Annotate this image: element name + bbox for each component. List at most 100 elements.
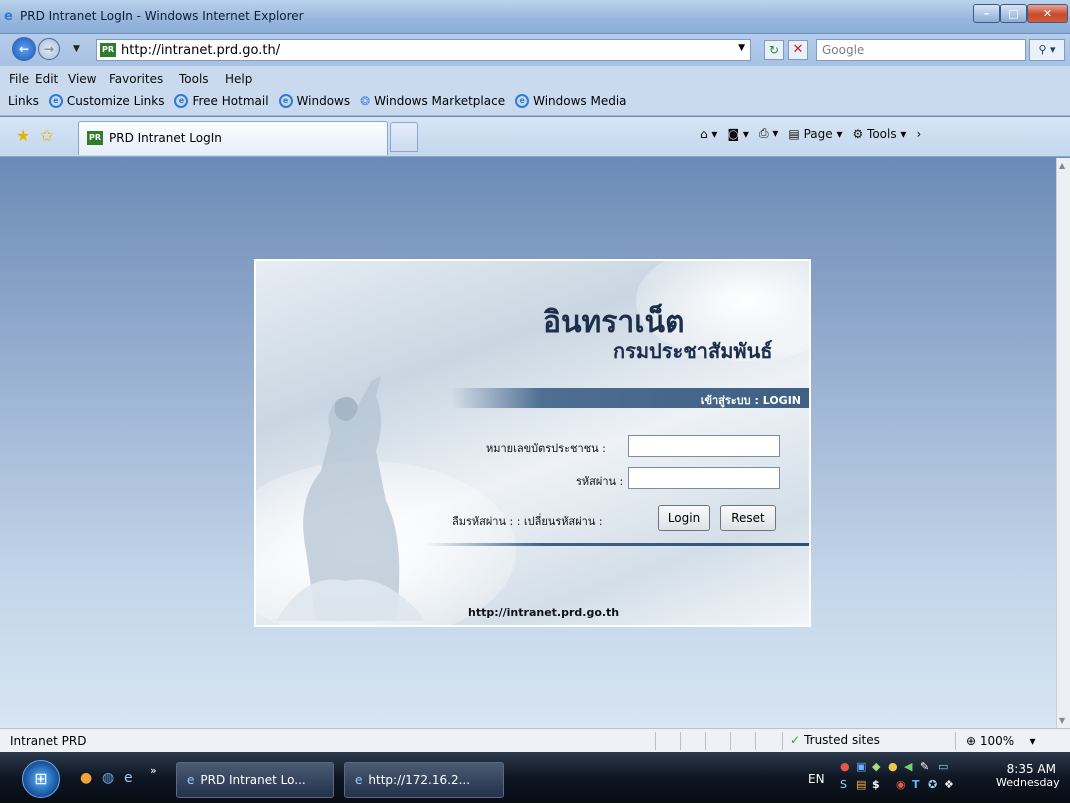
close-button[interactable]: ✕ <box>1027 4 1068 23</box>
print-icon[interactable]: ⎙ ▾ <box>759 126 778 141</box>
navigation-bar: ← → ▼ PR http://intranet.prd.go.th/ ▼ ↻ … <box>0 34 1070 66</box>
tray-people-icon[interactable]: ❖ <box>944 778 954 791</box>
tray-network-icon[interactable]: ▣ <box>856 760 866 773</box>
tray-dollar-icon[interactable]: $ <box>872 778 880 791</box>
vertical-scrollbar[interactable]: ▲ ▼ <box>1056 158 1070 728</box>
tray-shield-icon[interactable]: ● <box>840 760 850 773</box>
login-header-label: เข้าสู่ระบบ : LOGIN <box>700 394 801 407</box>
citizen-id-label: หมายเลขบัตรประชาชน : <box>486 442 606 455</box>
scroll-up-icon[interactable]: ▲ <box>1059 161 1065 170</box>
login-header-bar: เข้าสู่ระบบ : LOGIN <box>451 388 809 408</box>
tools-menu-label: Tools <box>867 126 897 141</box>
back-button[interactable]: ← <box>12 37 36 61</box>
status-divider <box>680 732 681 750</box>
forgot-change-password-link[interactable]: ลืมรหัสผ่าน : : เปลี่ยนรหัสผ่าน : <box>452 512 603 530</box>
language-indicator[interactable]: EN <box>808 772 825 786</box>
address-input[interactable]: http://intranet.prd.go.th/ <box>121 43 280 58</box>
tray-app-icon[interactable]: ● <box>888 760 898 773</box>
clock-time: 8:35 AM <box>1006 762 1056 776</box>
taskbar-item-prd-intranet[interactable]: e PRD Intranet Lo... <box>176 762 334 798</box>
status-divider <box>655 732 656 750</box>
menu-file[interactable]: File <box>9 72 29 86</box>
window-title: PRD Intranet LogIn - Windows Internet Ex… <box>20 9 304 23</box>
menu-tools[interactable]: Tools <box>179 72 209 86</box>
page-menu[interactable]: ▤ Page ▾ <box>788 127 842 141</box>
status-divider <box>782 732 783 750</box>
tab-prd-intranet-login[interactable]: PR PRD Intranet LogIn <box>78 121 388 155</box>
tools-menu[interactable]: ⚙ Tools ▾ <box>852 127 906 141</box>
tray-t-icon[interactable]: T <box>912 778 920 791</box>
windows-logo-icon: ⊞ <box>34 769 48 788</box>
forward-button[interactable]: → <box>38 38 60 60</box>
tray-sync-icon[interactable]: ◆ <box>872 760 880 773</box>
security-zone[interactable]: ✓ Trusted sites <box>790 733 880 747</box>
menu-edit[interactable]: Edit <box>35 72 58 86</box>
statue-illustration <box>276 376 426 621</box>
clock[interactable]: 8:35 AM Wednesday <box>996 762 1060 789</box>
ie-logo-icon: e <box>4 9 13 24</box>
menu-bar: File Edit View Favorites Tools Help Link… <box>0 66 1070 116</box>
reset-button[interactable]: Reset <box>720 505 776 531</box>
tray-pen-icon[interactable]: ✎ <box>920 760 929 773</box>
tab-label: PRD Intranet LogIn <box>109 131 222 145</box>
menu-help[interactable]: Help <box>225 72 252 86</box>
page-menu-label: Page <box>803 126 833 141</box>
citizen-id-input[interactable] <box>628 435 780 457</box>
start-button[interactable]: ⊞ <box>22 760 60 798</box>
home-icon[interactable]: ⌂ ▾ <box>700 127 717 141</box>
zoom-control[interactable]: ⊕ 100% ▾ <box>966 734 1036 748</box>
status-divider <box>955 732 956 750</box>
site-favicon-icon: PR <box>100 43 116 57</box>
link-windows-marketplace[interactable]: Windows Marketplace <box>374 94 505 108</box>
feeds-icon[interactable]: ◙ ▾ <box>727 127 748 141</box>
status-divider <box>705 732 706 750</box>
refresh-button[interactable]: ↻ <box>764 40 784 60</box>
quicklaunch-globe-icon[interactable]: ◍ <box>102 770 114 786</box>
favorites-star-icon[interactable]: ★ <box>16 126 30 145</box>
arrow-right-icon: → <box>43 42 55 56</box>
tray-volume-icon[interactable]: ◀ <box>904 760 912 773</box>
clock-day: Wednesday <box>996 776 1060 789</box>
link-free-hotmail[interactable]: Free Hotmail <box>192 94 268 108</box>
ie-task-icon: e <box>187 773 195 787</box>
ie-link-icon: e <box>278 94 293 108</box>
tray-update-icon[interactable]: ▤ <box>856 778 866 791</box>
quicklaunch-ie-icon[interactable]: e <box>124 770 133 786</box>
tray-alert-icon[interactable]: ◉ <box>896 778 906 791</box>
menu-favorites[interactable]: Favorites <box>109 72 163 86</box>
chevron-right-icon[interactable]: › <box>916 127 921 141</box>
recent-pages-dropdown-icon[interactable]: ▼ <box>73 44 80 54</box>
scroll-down-icon[interactable]: ▼ <box>1059 716 1065 725</box>
tray-monitor-icon[interactable]: ▭ <box>938 760 948 773</box>
quicklaunch-app-icon[interactable]: ● <box>80 770 92 786</box>
status-bar: Intranet PRD ✓ Trusted sites ⊕ 100% ▾ <box>0 728 1070 752</box>
arrow-left-icon: ← <box>18 42 30 56</box>
menu-view[interactable]: View <box>68 72 96 86</box>
link-windows-media[interactable]: Windows Media <box>533 94 626 108</box>
zoom-dropdown-icon: ▾ <box>1018 734 1036 748</box>
status-divider <box>755 732 756 750</box>
link-windows[interactable]: Windows <box>297 94 351 108</box>
taskbar-item-http[interactable]: e http://172.16.2... <box>344 762 504 798</box>
tray-gear-icon[interactable]: ✪ <box>928 778 937 791</box>
address-bar[interactable]: PR http://intranet.prd.go.th/ ▼ <box>96 39 751 61</box>
tray-skype-icon[interactable]: S <box>840 778 847 791</box>
address-dropdown-icon[interactable]: ▼ <box>738 43 745 53</box>
taskbar-item-label: http://172.16.2... <box>368 773 471 787</box>
stop-icon: ✕ <box>792 42 804 57</box>
quicklaunch-more-icon[interactable]: » <box>150 764 157 777</box>
window-titlebar[interactable]: e PRD Intranet LogIn - Windows Internet … <box>0 0 1070 34</box>
new-tab-button[interactable] <box>390 122 418 152</box>
add-favorites-icon[interactable]: ✩ <box>40 126 53 145</box>
ie-link-icon: e <box>174 94 189 108</box>
search-input[interactable]: Google <box>816 39 1026 61</box>
maximize-button[interactable]: □ <box>1000 4 1027 23</box>
password-input[interactable] <box>628 467 780 489</box>
system-tray: ● ▣ ◆ ● ◀ ✎ ▭ S ▤ $ ◉ T ✪ ❖ <box>840 758 970 798</box>
login-button[interactable]: Login <box>658 505 710 531</box>
checkmark-icon: ✓ <box>790 733 801 747</box>
minimize-button[interactable]: – <box>973 4 1000 23</box>
search-button[interactable]: ⚲ ▾ <box>1029 39 1065 61</box>
stop-button[interactable]: ✕ <box>788 40 808 60</box>
link-customize-links[interactable]: Customize Links <box>67 94 165 108</box>
